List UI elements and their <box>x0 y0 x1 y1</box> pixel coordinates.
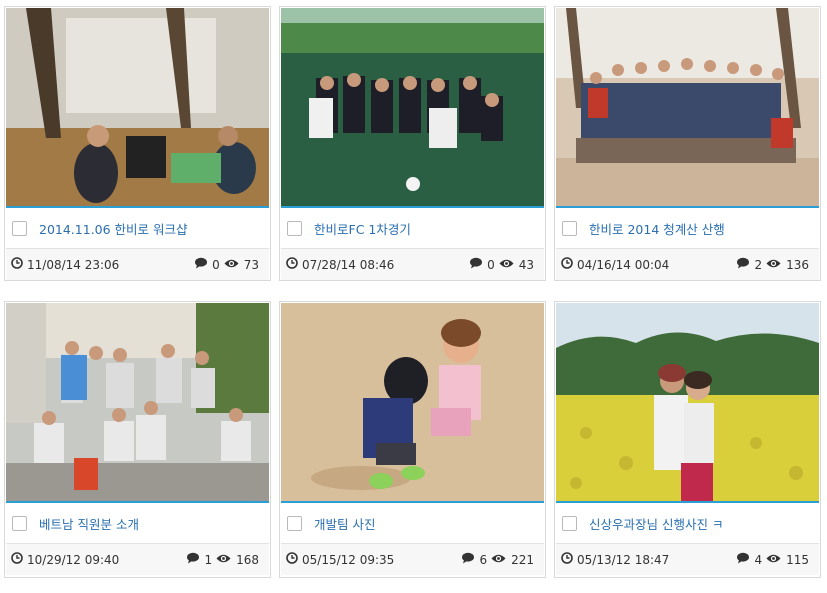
eye-icon <box>766 553 781 567</box>
photo-accent-line <box>556 501 819 503</box>
view-count: 115 <box>786 552 809 567</box>
card-title-row: 2014.11.06 한비로 워크샵 <box>6 210 269 246</box>
select-checkbox[interactable] <box>287 220 302 236</box>
gallery-card: 2014.11.06 한비로 워크샵 11/08/14 23:06 0 73 <box>4 6 271 281</box>
view-count: 73 <box>243 257 259 272</box>
comment-icon <box>461 552 475 567</box>
gallery-card: 개발팀 사진 05/15/12 09:35 6 221 <box>279 301 546 578</box>
card-title-row: 한비로 2014 청계산 산행 <box>556 210 819 246</box>
photo-accent-line <box>281 206 544 208</box>
card-title-row: 신상우과장님 신행사진 ㅋ <box>556 505 819 541</box>
photo-kids-sand[interactable] <box>281 303 544 502</box>
photo-workshop[interactable] <box>6 8 269 207</box>
view-count: 168 <box>236 552 259 567</box>
card-meta: 05/13/12 18:47 4 115 <box>556 543 819 575</box>
post-date: 11/08/14 23:06 <box>27 257 120 272</box>
photo-accent-line <box>6 501 269 503</box>
post-date: 05/15/12 09:35 <box>302 552 395 567</box>
eye-icon <box>224 258 239 272</box>
card-meta: 04/16/14 00:04 2 136 <box>556 248 819 280</box>
gallery-card: 베트남 직원분 소개 10/29/12 09:40 1 168 <box>4 301 271 578</box>
post-date: 05/13/12 18:47 <box>577 552 670 567</box>
gallery-card: 한비로FC 1차경기 07/28/14 08:46 0 43 <box>279 6 546 281</box>
post-date: 07/28/14 08:46 <box>302 257 395 272</box>
comment-icon <box>186 552 200 567</box>
photo-accent-line <box>6 206 269 208</box>
card-title-row: 개발팀 사진 <box>281 505 544 541</box>
comment-count: 6 <box>479 552 488 567</box>
comment-icon <box>736 257 750 272</box>
eye-icon <box>491 553 506 567</box>
comment-count: 2 <box>754 257 763 272</box>
post-date: 10/29/12 09:40 <box>27 552 120 567</box>
card-title-link[interactable]: 2014.11.06 한비로 워크샵 <box>39 219 188 238</box>
select-checkbox[interactable] <box>287 515 302 531</box>
post-date: 04/16/14 00:04 <box>577 257 670 272</box>
view-count: 136 <box>786 257 809 272</box>
select-checkbox[interactable] <box>562 220 577 236</box>
card-meta: 10/29/12 09:40 1 168 <box>6 543 269 575</box>
select-checkbox[interactable] <box>562 515 577 531</box>
clock-icon <box>561 257 573 272</box>
clock-icon <box>11 257 23 272</box>
clock-icon <box>561 552 573 567</box>
card-title-row: 베트남 직원분 소개 <box>6 505 269 541</box>
comment-icon <box>469 257 483 272</box>
view-count: 43 <box>518 257 534 272</box>
card-meta: 05/15/12 09:35 6 221 <box>281 543 544 575</box>
card-title-link[interactable]: 한비로FC 1차경기 <box>314 219 411 238</box>
photo-accent-line <box>281 501 544 503</box>
select-checkbox[interactable] <box>12 220 27 236</box>
photo-vietnam-staff[interactable] <box>6 303 269 502</box>
eye-icon <box>766 258 781 272</box>
select-checkbox[interactable] <box>12 515 27 531</box>
card-title-link[interactable]: 한비로 2014 청계산 산행 <box>589 219 725 238</box>
card-title-link[interactable]: 개발팀 사진 <box>314 514 375 533</box>
view-count: 221 <box>511 552 534 567</box>
gallery-card: 신상우과장님 신행사진 ㅋ 05/13/12 18:47 4 115 <box>554 301 821 578</box>
comment-count: 0 <box>212 257 220 272</box>
clock-icon <box>286 257 298 272</box>
eye-icon <box>499 258 514 272</box>
comment-count: 0 <box>487 257 495 272</box>
gallery-grid: 2014.11.06 한비로 워크샵 11/08/14 23:06 0 73 한… <box>0 0 827 593</box>
comment-icon <box>736 552 750 567</box>
eye-icon <box>216 553 231 567</box>
gallery-card: 한비로 2014 청계산 산행 04/16/14 00:04 2 136 <box>554 6 821 281</box>
card-title-row: 한비로FC 1차경기 <box>281 210 544 246</box>
photo-soccer-team[interactable] <box>281 8 544 207</box>
card-meta: 11/08/14 23:06 0 73 <box>6 248 269 280</box>
comment-count: 1 <box>204 552 213 567</box>
card-meta: 07/28/14 08:46 0 43 <box>281 248 544 280</box>
photo-mountain-hike[interactable] <box>556 8 819 207</box>
photo-canola-field[interactable] <box>556 303 819 502</box>
card-title-link[interactable]: 베트남 직원분 소개 <box>39 514 139 533</box>
photo-accent-line <box>556 206 819 208</box>
comment-count: 4 <box>754 552 763 567</box>
clock-icon <box>286 552 298 567</box>
card-title-link[interactable]: 신상우과장님 신행사진 ㅋ <box>589 514 723 533</box>
comment-icon <box>194 257 208 272</box>
clock-icon <box>11 552 23 567</box>
